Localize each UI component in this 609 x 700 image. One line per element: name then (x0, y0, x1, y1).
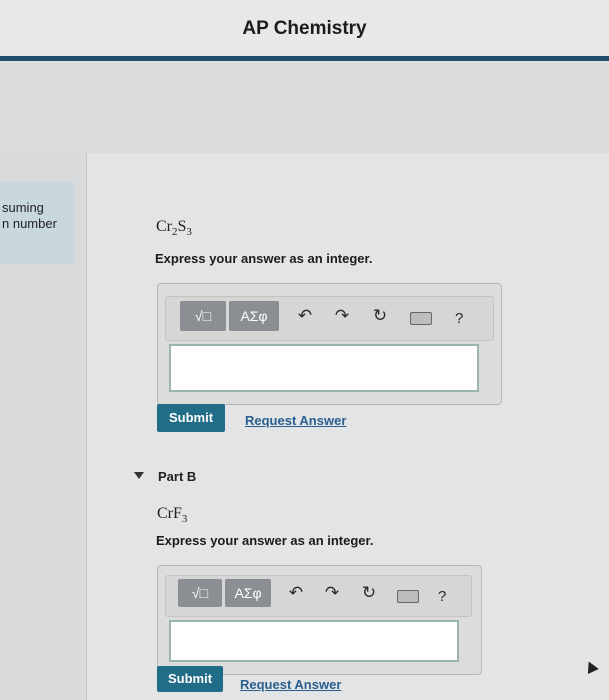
header-gap (0, 61, 609, 153)
formula-subscript: 3 (181, 513, 188, 526)
part-b-submit-button[interactable]: Submit (157, 666, 223, 692)
formula-subscript: 3 (186, 226, 192, 239)
reset-icon[interactable]: ↻ (371, 306, 389, 326)
part-a-request-answer-link[interactable]: Request Answer (245, 413, 346, 428)
side-hint-text-1: suming (2, 200, 44, 215)
collapse-arrow-icon[interactable] (134, 472, 144, 479)
part-a-instruction: Express your answer as an integer. (155, 251, 373, 266)
redo-icon[interactable]: ↷ (323, 583, 341, 603)
part-a-submit-button[interactable]: Submit (157, 404, 225, 432)
part-b-answer-input[interactable] (169, 620, 459, 662)
formula-element: CrF (157, 505, 182, 522)
formula-element: Cr (156, 218, 172, 235)
part-b-formula: CrF3 (157, 505, 187, 525)
reset-icon[interactable]: ↻ (360, 583, 378, 603)
undo-icon[interactable]: ↶ (287, 583, 305, 603)
part-a-formula: Cr2S3 (156, 218, 192, 238)
keyboard-icon[interactable] (397, 590, 419, 603)
symbols-button[interactable]: ΑΣφ (225, 579, 271, 607)
help-icon[interactable]: ? (438, 588, 446, 605)
page-title: AP Chemistry (242, 18, 367, 39)
symbols-button[interactable]: ΑΣφ (229, 301, 279, 331)
templates-button[interactable]: √□ (180, 301, 226, 331)
keyboard-icon[interactable] (410, 312, 432, 325)
part-b-request-answer-link[interactable]: Request Answer (240, 677, 341, 692)
help-icon[interactable]: ? (455, 310, 463, 327)
part-b-label[interactable]: Part B (158, 469, 196, 484)
part-a-answer-input[interactable] (169, 344, 479, 392)
redo-icon[interactable]: ↷ (333, 306, 351, 326)
side-hint-text-2: n number (2, 216, 57, 231)
undo-icon[interactable]: ↶ (296, 306, 314, 326)
templates-button[interactable]: √□ (178, 579, 222, 607)
part-b-instruction: Express your answer as an integer. (156, 533, 374, 548)
